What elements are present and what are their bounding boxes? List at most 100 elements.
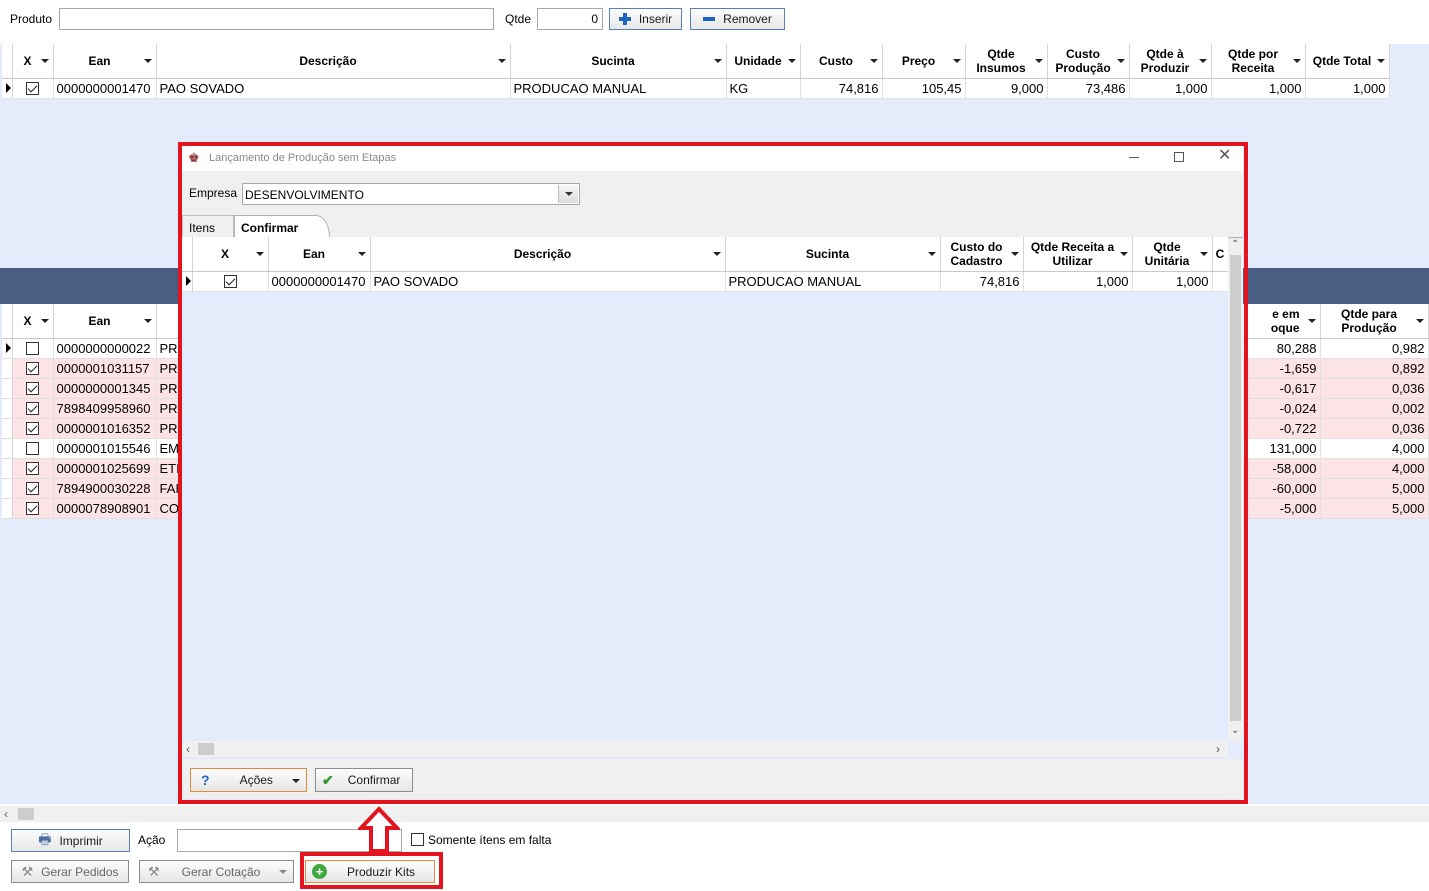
qtde-input[interactable] (537, 8, 603, 30)
row-checkbox[interactable] (26, 341, 39, 355)
col-qtde-total[interactable]: Qtde Total (1305, 44, 1390, 79)
dialog-titlebar: ♚ Lançamento de Produção sem Etapas ✕ (182, 145, 1243, 171)
imprimir-button[interactable]: 🖶 Imprimir (11, 829, 130, 852)
main-horizontal-scrollbar[interactable]: ‹ (0, 806, 1429, 822)
table-row[interactable]: 0000001031157 PR (2, 358, 181, 379)
confirmar-button[interactable]: ✔ Confirmar (315, 768, 413, 792)
row-checkbox[interactable] (26, 481, 39, 495)
table-row[interactable]: -0,024 0,002 (1238, 398, 1429, 419)
col-x[interactable]: X (12, 44, 54, 79)
table-row[interactable]: -60,000 5,000 (1238, 478, 1429, 499)
maximize-icon[interactable] (1174, 152, 1184, 162)
gerar-cotacao-button[interactable]: ⚒ Gerar Cotação (139, 860, 294, 883)
table-row[interactable]: 0000001025699 ETI (2, 458, 181, 479)
table-row[interactable]: -58,000 4,000 (1238, 458, 1429, 479)
table-row[interactable]: 0000000000022 PR (2, 338, 181, 359)
chevron-down-icon (1376, 58, 1385, 63)
col-qtde-receita[interactable]: Qtde Receita a Utilizar (1023, 237, 1133, 272)
minimize-icon[interactable] (1129, 157, 1139, 158)
col-qtde-por-receita[interactable]: Qtde por Receita (1211, 44, 1306, 79)
row-checkbox[interactable] (26, 401, 39, 415)
col-x[interactable]: X (192, 237, 269, 272)
chevron-down-icon (255, 251, 264, 256)
col-cut[interactable]: C (1212, 237, 1229, 272)
table-row[interactable]: 0000078908901 CO (2, 498, 181, 519)
remover-button[interactable]: Remover (690, 8, 785, 30)
plus-icon (618, 13, 631, 25)
col-qtde-a-produzir[interactable]: Qtde à Produzir (1129, 44, 1212, 79)
somente-itens-checkbox[interactable] (411, 833, 424, 846)
table-row[interactable]: -1,659 0,892 (1238, 358, 1429, 379)
col-ean[interactable]: Ean (268, 237, 371, 272)
empresa-dropdown-button[interactable] (558, 185, 578, 203)
up-arrow-icon (358, 806, 400, 853)
produzir-kits-button[interactable]: + Produzir Kits (305, 860, 435, 883)
col-descricao[interactable]: Descrição (156, 44, 511, 79)
chevron-down-icon (1292, 58, 1301, 63)
table-row[interactable]: 0000000001470 PAO SOVADO PRODUCAO MANUAL… (182, 271, 1229, 292)
row-checkbox[interactable] (26, 461, 39, 475)
table-row[interactable]: 0000000001470 PAO SOVADO PRODUCAO MANUAL… (2, 78, 1390, 99)
chevron-down-icon (143, 58, 152, 63)
table-row[interactable]: 0000001016352 PR (2, 418, 181, 439)
row-checkbox[interactable] (26, 81, 39, 95)
table-row[interactable]: -0,617 0,036 (1238, 378, 1429, 399)
hammer-icon: ⚒ (148, 863, 160, 879)
col-descricao[interactable]: Descrição (370, 237, 726, 272)
chevron-down-icon (40, 318, 49, 323)
col-x[interactable]: X (12, 304, 54, 339)
table-row[interactable]: -0,722 0,036 (1238, 418, 1429, 439)
col-unidade[interactable]: Unidade (726, 44, 801, 79)
scroll-up-icon[interactable]: ⌃ (1231, 239, 1239, 250)
scroll-thumb[interactable] (18, 808, 34, 820)
acoes-button[interactable]: ? Ações (190, 768, 307, 792)
row-checkbox[interactable] (26, 381, 39, 395)
inserir-button[interactable]: Inserir (609, 8, 682, 30)
scroll-thumb[interactable] (1230, 255, 1241, 721)
table-row[interactable]: 7898409958960 PR (2, 398, 181, 419)
gerar-pedidos-button[interactable]: ⚒ Gerar Pedidos (11, 860, 129, 883)
table-row[interactable]: 80,288 0,982 (1238, 338, 1429, 359)
chevron-down-icon (1198, 58, 1207, 63)
hammer-icon: ⚒ (21, 863, 34, 879)
table-row[interactable]: -5,000 5,000 (1238, 498, 1429, 519)
current-row-indicator (2, 78, 13, 99)
scroll-left-icon[interactable]: ‹ (186, 742, 190, 756)
close-icon[interactable]: ✕ (1218, 148, 1231, 164)
table-row[interactable]: 0000001015546 EM (2, 438, 181, 459)
col-descricao[interactable] (156, 304, 181, 339)
col-qtde-para-producao[interactable]: Qtde para Produção (1320, 304, 1429, 339)
table-row[interactable]: 7894900030228 FAI (2, 478, 181, 499)
col-estoque[interactable]: e em oque (1238, 304, 1321, 339)
table-row[interactable]: 131,000 4,000 (1238, 438, 1429, 459)
scroll-thumb[interactable] (198, 743, 214, 755)
produto-input[interactable] (59, 8, 494, 30)
scroll-down-icon[interactable]: ⌄ (1231, 725, 1239, 736)
col-preco[interactable]: Preço (882, 44, 966, 79)
chevron-down-icon (40, 58, 49, 63)
col-custo-cadastro[interactable]: Custo do Cadastro (940, 237, 1024, 272)
col-custo-producao[interactable]: Custo Produção (1047, 44, 1130, 79)
col-sucinta[interactable]: Sucinta (725, 237, 941, 272)
col-qtde-unitaria[interactable]: Qtde Unitária (1132, 237, 1213, 272)
scroll-left-icon[interactable]: ‹ (4, 807, 8, 821)
col-qtde-insumos[interactable]: Qtde Insumos (965, 44, 1048, 79)
row-checkbox[interactable] (26, 441, 39, 455)
col-sucinta[interactable]: Sucinta (510, 44, 727, 79)
row-checkbox[interactable] (26, 421, 39, 435)
col-custo[interactable]: Custo (800, 44, 883, 79)
col-ean[interactable]: Ean (53, 304, 157, 339)
empresa-select[interactable]: DESENVOLVIMENTO (242, 183, 580, 205)
scroll-right-icon[interactable]: › (1216, 742, 1220, 756)
col-ean[interactable]: Ean (53, 44, 157, 79)
tab-confirmar[interactable]: Confirmar (234, 215, 330, 238)
minus-icon (703, 17, 716, 21)
checkmark-icon: ✔ (322, 771, 334, 788)
row-checkbox[interactable] (26, 361, 39, 375)
dialog-horizontal-scrollbar[interactable]: ‹ › (182, 741, 1228, 757)
dialog-vertical-scrollbar[interactable]: ⌃ ⌄ (1228, 239, 1243, 741)
row-checkbox[interactable] (26, 501, 39, 515)
tab-itens[interactable]: Itens (182, 215, 234, 237)
table-row[interactable]: 0000000001345 PR (2, 378, 181, 399)
row-checkbox[interactable] (223, 274, 237, 288)
